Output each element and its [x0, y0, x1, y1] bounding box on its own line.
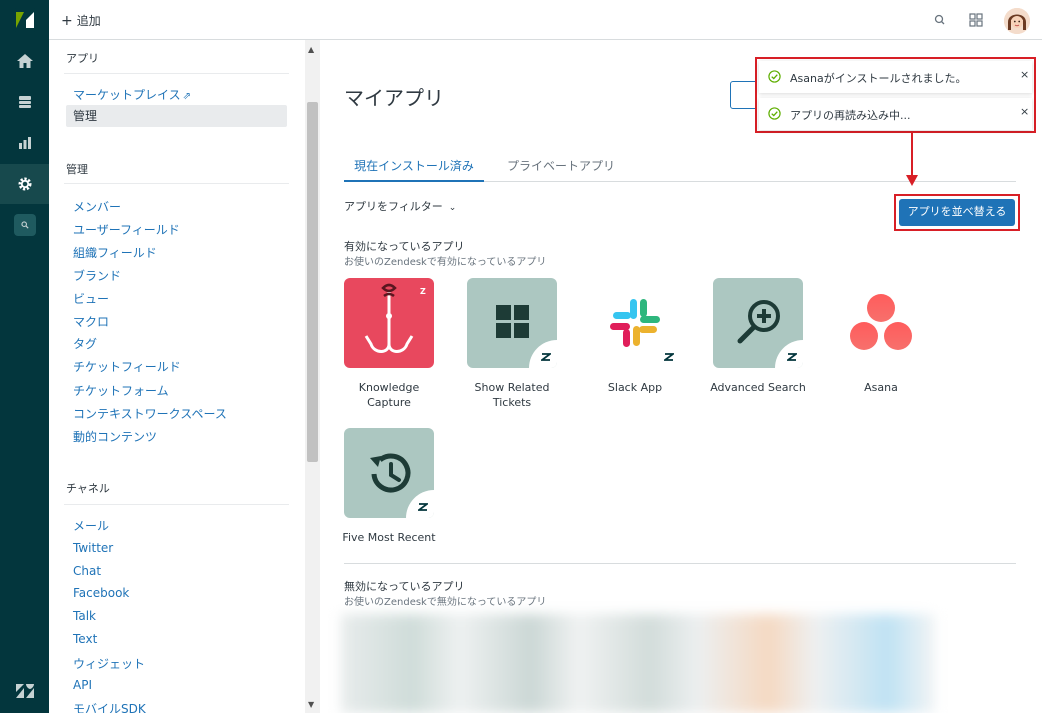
add-button[interactable]: + 追加 — [61, 12, 101, 29]
app-tile[interactable] — [344, 428, 434, 518]
sidebar-item-marketplace[interactable]: マーケットプレイス ⇗ — [73, 86, 191, 103]
sidebar-item-text[interactable]: Text — [73, 632, 97, 646]
add-label: 追加 — [76, 14, 101, 28]
enabled-apps-subtitle: お使いのZendeskで有効になっているアプリ — [344, 257, 547, 268]
sidebar-item-contextual-workspaces[interactable]: コンテキストワークスペース — [73, 405, 227, 422]
close-icon[interactable]: × — [1020, 105, 1029, 118]
section-divider — [344, 563, 1016, 564]
home-icon[interactable] — [0, 41, 49, 81]
annotation-arrow-head — [906, 175, 918, 186]
app-name: Slack App — [607, 381, 663, 394]
user-avatar[interactable] — [1004, 8, 1030, 34]
admin-gear-icon[interactable] — [0, 164, 49, 204]
views-icon[interactable] — [0, 82, 49, 122]
app-card-asana[interactable]: Asana — [826, 278, 936, 395]
app-card-slack[interactable]: Slack App — [580, 278, 690, 395]
disabled-apps-blurred-list — [341, 614, 935, 713]
sidebar-item-manage[interactable]: 管理 — [66, 105, 287, 127]
sidebar-scrollbar[interactable]: ▲ ▼ — [305, 40, 320, 713]
sidebar-item-api[interactable]: API — [73, 678, 92, 692]
admin-sidebar: アプリ マーケットプレイス ⇗ 管理 管理 メンバー ユーザーフィールド 組織フィ… — [49, 40, 305, 713]
sidebar-item-org-fields[interactable]: 組織フィールド — [73, 244, 157, 261]
notification-message: Asanaがインストールされました。 — [790, 72, 967, 85]
filter-label: アプリをフィルター — [344, 200, 443, 213]
app-tile[interactable] — [836, 278, 926, 368]
sidebar-item-macros[interactable]: マクロ — [73, 313, 109, 330]
app-name: Knowledge Capture — [358, 381, 420, 409]
notification-message: アプリの再読み込み中... — [790, 109, 911, 122]
sidebar-item-tags[interactable]: タグ — [73, 335, 97, 352]
tab-private-apps[interactable]: プライベートアプリ — [507, 157, 615, 182]
sidebar-item-brands[interactable]: ブランド — [73, 267, 121, 284]
svg-text:Z: Z — [420, 287, 426, 296]
sidebar-item-views[interactable]: ビュー — [73, 290, 109, 307]
sidebar-item-chat[interactable]: Chat — [73, 564, 101, 578]
close-icon[interactable]: × — [1020, 68, 1029, 81]
page-title: マイアプリ — [344, 86, 444, 110]
sidebar-item-widget[interactable]: ウィジェット — [73, 655, 145, 672]
disabled-apps-subtitle: お使いのZendeskで無効になっているアプリ — [344, 597, 547, 608]
search-icon[interactable] — [932, 12, 948, 28]
annotation-highlight-box: Asanaがインストールされました。 × アプリの再読み込み中... × — [755, 57, 1036, 133]
plus-icon: + — [61, 13, 73, 29]
sidebar-item-talk[interactable]: Talk — [73, 609, 96, 623]
sidebar-item-mobile-sdk[interactable]: モバイルSDK — [73, 700, 146, 713]
app-card-five-most-recent[interactable]: Five Most Recent — [334, 428, 444, 545]
section-title-apps: アプリ — [66, 52, 99, 65]
tab-installed[interactable]: 現在インストール済み — [344, 157, 484, 182]
product-tray-icon[interactable] — [968, 12, 984, 28]
annotation-highlight-box: アプリを並べ替える — [894, 194, 1020, 231]
sort-apps-button[interactable]: アプリを並べ替える — [899, 199, 1015, 226]
sidebar-item-members[interactable]: メンバー — [73, 198, 121, 215]
notification-toast: アプリの再読み込み中... × — [759, 98, 1032, 130]
sidebar-item-user-fields[interactable]: ユーザーフィールド — [73, 221, 180, 238]
sidebar-item-facebook[interactable]: Facebook — [73, 586, 129, 600]
scroll-up-icon[interactable]: ▲ — [308, 45, 314, 54]
app-name: Show Related Tickets — [474, 381, 550, 409]
app-name: Five Most Recent — [342, 531, 436, 544]
divider — [64, 183, 289, 184]
hook-icon: Z — [364, 283, 426, 353]
app-tile[interactable]: Z — [344, 278, 434, 368]
zendesk-logo-icon[interactable] — [14, 680, 36, 702]
notification-toast: Asanaがインストールされました。 × — [759, 61, 1032, 93]
disabled-apps-heading: 無効になっているアプリ — [344, 580, 465, 593]
success-check-icon — [768, 107, 781, 120]
reporting-icon[interactable] — [0, 123, 49, 163]
sidebar-item-label: マーケットプレイス — [73, 88, 181, 102]
app-card-advanced-search[interactable]: Advanced Search — [703, 278, 813, 395]
search-icon[interactable] — [14, 214, 36, 236]
app-card-show-related-tickets[interactable]: Show Related Tickets — [457, 278, 567, 410]
app-card-knowledge-capture[interactable]: Z Knowledge Capture — [334, 278, 444, 410]
top-bar: + 追加 — [49, 0, 1042, 40]
divider — [64, 73, 289, 74]
app-tile[interactable] — [590, 278, 680, 368]
app-tile[interactable] — [713, 278, 803, 368]
sidebar-item-ticket-fields[interactable]: チケットフィールド — [73, 358, 181, 375]
chevron-down-icon: ⌄ — [448, 203, 457, 213]
section-title-channels: チャネル — [66, 482, 110, 495]
sidebar-item-twitter[interactable]: Twitter — [73, 541, 113, 555]
annotation-arrow — [911, 133, 913, 177]
app-name: Advanced Search — [710, 381, 806, 394]
section-title-manage: 管理 — [66, 163, 88, 176]
enabled-apps-heading: 有効になっているアプリ — [344, 240, 465, 253]
divider — [64, 504, 289, 505]
sidebar-item-email[interactable]: メール — [73, 517, 109, 534]
scroll-down-icon[interactable]: ▼ — [308, 700, 314, 709]
product-nav-rail — [0, 0, 49, 713]
sidebar-item-ticket-forms[interactable]: チケットフォーム — [73, 382, 169, 399]
filter-apps-dropdown[interactable]: アプリをフィルター ⌄ — [344, 198, 456, 214]
scrollbar-thumb[interactable] — [307, 102, 318, 462]
app-tile[interactable] — [467, 278, 557, 368]
success-check-icon — [768, 70, 781, 83]
zendesk-support-logo-icon[interactable] — [13, 8, 37, 32]
external-link-icon: ⇗ — [182, 91, 192, 102]
sidebar-item-dynamic-content[interactable]: 動的コンテンツ — [73, 428, 157, 445]
asana-icon — [850, 294, 912, 350]
main-content: マイアプリ 現在インストール済み プライベートアプリ アプリをフィルター ⌄ アプ… — [320, 40, 1042, 713]
app-name: Asana — [864, 381, 898, 394]
